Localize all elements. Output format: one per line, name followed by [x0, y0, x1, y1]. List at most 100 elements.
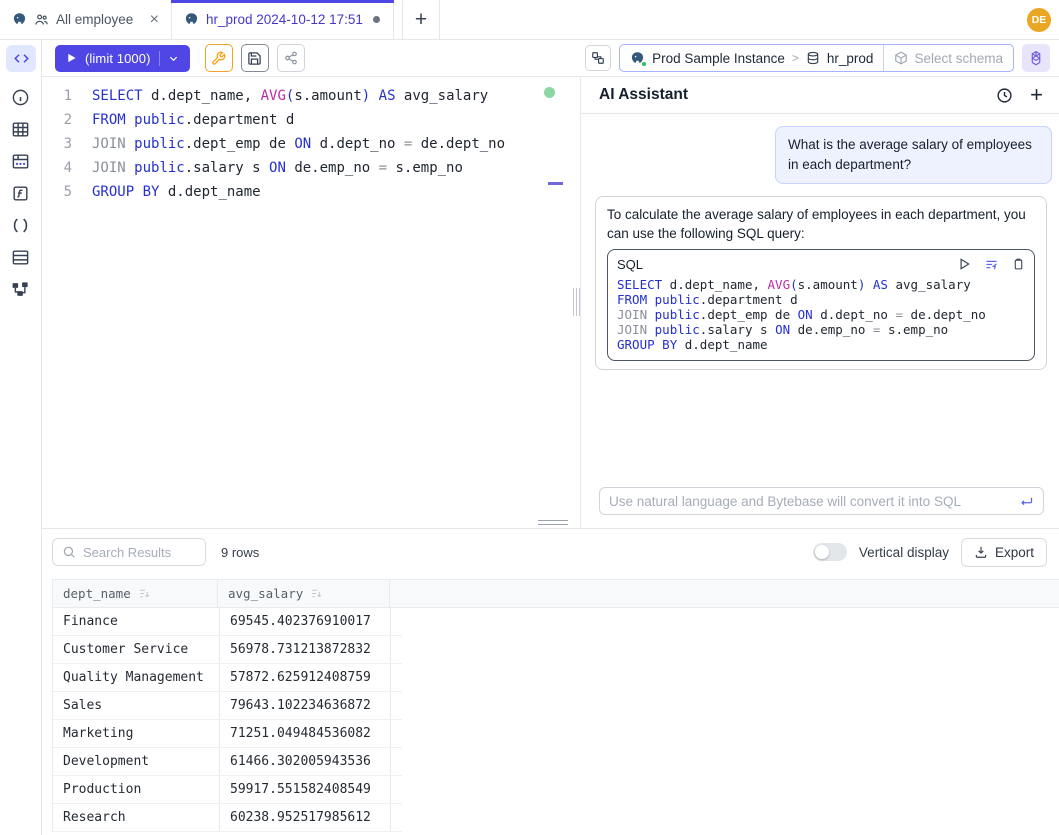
- run-code-icon[interactable]: [957, 257, 971, 271]
- sync-schema-button[interactable]: [585, 45, 611, 71]
- code-line: GROUP BY d.dept_name: [92, 180, 505, 204]
- vertical-display-toggle[interactable]: [813, 543, 847, 561]
- new-tab-button[interactable]: +: [402, 0, 440, 39]
- share-icon: [284, 51, 298, 65]
- table-cell[interactable]: Research: [53, 804, 219, 831]
- table-body: Finance69545.402376910017Customer Servic…: [52, 608, 402, 832]
- sort-icon[interactable]: [310, 587, 323, 600]
- table-cell[interactable]: Development: [53, 748, 219, 775]
- code-line: JOIN public.dept_emp de ON d.dept_no = d…: [617, 307, 1025, 322]
- external-tables-icon[interactable]: [11, 152, 30, 171]
- horizontal-resize-handle[interactable]: [538, 520, 568, 525]
- close-tab-icon[interactable]: ×: [150, 12, 159, 28]
- breadcrumb-separator: >: [792, 51, 799, 65]
- schema-selector[interactable]: Select schema: [883, 45, 1013, 71]
- info-icon[interactable]: [11, 88, 30, 107]
- table-row[interactable]: Finance69545.402376910017: [53, 608, 402, 636]
- overview-ruler-mark: [548, 182, 563, 185]
- tab-bar: All employee × hr_prod 2024-10-12 17:51 …: [0, 0, 1059, 40]
- format-sql-button[interactable]: [205, 44, 233, 72]
- line-number: 1: [42, 84, 72, 108]
- postgres-icon: [12, 12, 27, 27]
- tab-all-employee[interactable]: All employee ×: [0, 0, 172, 39]
- sql-editor-app: All employee × hr_prod 2024-10-12 17:51 …: [0, 0, 1059, 835]
- tab-label: hr_prod 2024-10-12 17:51: [206, 12, 363, 27]
- table-row[interactable]: Production59917.551582408549: [53, 776, 402, 804]
- enter-return-icon[interactable]: [1019, 494, 1034, 509]
- sort-icon[interactable]: [138, 587, 151, 600]
- history-clock-icon[interactable]: [996, 87, 1013, 104]
- run-button-label: (limit 1000): [85, 51, 151, 66]
- search-results-box: [52, 538, 206, 566]
- table-cell[interactable]: 57872.625912408759: [219, 664, 391, 691]
- table-cell[interactable]: 69545.402376910017: [219, 608, 391, 635]
- export-button-label: Export: [995, 545, 1034, 560]
- code-line: JOIN public.dept_emp de ON d.dept_no = d…: [92, 132, 505, 156]
- search-icon: [62, 545, 76, 559]
- line-number-gutter: 12345: [42, 84, 72, 204]
- results-toolbar: 9 rows Vertical display Export: [42, 537, 1059, 567]
- table-cell[interactable]: 59917.551582408549: [219, 776, 391, 803]
- row-count-label: 9 rows: [221, 545, 259, 560]
- save-sheet-button[interactable]: [241, 44, 269, 72]
- table-row[interactable]: Development61466.302005943536: [53, 748, 402, 776]
- postgres-icon: [630, 51, 645, 66]
- table-cell[interactable]: Quality Management: [53, 664, 219, 691]
- column-header-avg-salary[interactable]: avg_salary: [218, 580, 390, 607]
- table-row[interactable]: Marketing71251.049484536082: [53, 720, 402, 748]
- table-cell[interactable]: Sales: [53, 692, 219, 719]
- column-header-label: avg_salary: [228, 586, 303, 601]
- code-line: JOIN public.salary s ON de.emp_no = s.em…: [617, 322, 1025, 337]
- database-icon: [806, 51, 820, 65]
- views-icon[interactable]: [11, 248, 30, 267]
- sidebar-item-editor[interactable]: [6, 45, 36, 72]
- chevron-down-icon[interactable]: [168, 53, 179, 64]
- insert-sql-icon[interactable]: [984, 257, 999, 272]
- table-row[interactable]: Customer Service56978.731213872832: [53, 636, 402, 664]
- column-header-empty: [390, 580, 1059, 607]
- table-cell[interactable]: 79643.102234636872: [219, 692, 391, 719]
- ai-assistant-toggle-button[interactable]: [1022, 44, 1050, 72]
- table-cell[interactable]: 56978.731213872832: [219, 636, 391, 663]
- sql-code-block: SQL SELECT d.dept_name, AVG(s.amount) AS…: [607, 249, 1035, 361]
- download-icon: [974, 545, 988, 559]
- table-cell[interactable]: 60238.952517985612: [219, 804, 391, 831]
- results-table: dept_name avg_salary Finance69545.402376…: [52, 579, 1059, 832]
- procedures-icon[interactable]: [11, 216, 30, 235]
- instance-name: Prod Sample Instance: [652, 51, 785, 66]
- tab-hr-prod[interactable]: hr_prod 2024-10-12 17:51: [172, 0, 394, 39]
- column-header-dept-name[interactable]: dept_name: [52, 580, 218, 607]
- table-cell[interactable]: 71251.049484536082: [219, 720, 391, 747]
- table-row[interactable]: Sales79643.102234636872: [53, 692, 402, 720]
- code-icon: [13, 51, 30, 66]
- share-sheet-button[interactable]: [277, 44, 305, 72]
- instance-database-selector[interactable]: Prod Sample Instance > hr_prod: [620, 45, 883, 71]
- ai-panel-title: AI Assistant: [599, 86, 688, 104]
- ai-assistant-panel: AI Assistant + What is the average salar…: [580, 77, 1059, 528]
- ai-prompt-input[interactable]: [609, 494, 1011, 509]
- table-cell[interactable]: Customer Service: [53, 636, 219, 663]
- play-icon: [66, 52, 77, 64]
- table-cell[interactable]: 61466.302005943536: [219, 748, 391, 775]
- export-button[interactable]: Export: [961, 538, 1047, 567]
- table-row[interactable]: Research60238.952517985612: [53, 804, 402, 832]
- column-header-label: dept_name: [63, 586, 131, 601]
- line-number: 3: [42, 132, 72, 156]
- avatar[interactable]: DE: [1027, 8, 1051, 32]
- search-results-input[interactable]: [83, 545, 196, 560]
- run-query-button[interactable]: (limit 1000): [55, 45, 190, 72]
- schema-diagram-icon[interactable]: [11, 280, 30, 299]
- run-button-divider: [159, 51, 160, 66]
- table-cell[interactable]: Marketing: [53, 720, 219, 747]
- copy-icon[interactable]: [1012, 257, 1025, 271]
- sql-editor[interactable]: SELECT d.dept_name, AVG(s.amount) AS avg…: [92, 84, 505, 204]
- code-block-language-label: SQL: [617, 257, 643, 272]
- vertical-resize-handle[interactable]: [573, 288, 580, 316]
- table-cell[interactable]: Production: [53, 776, 219, 803]
- table-row[interactable]: Quality Management57872.625912408759: [53, 664, 402, 692]
- new-chat-icon[interactable]: +: [1030, 84, 1043, 106]
- wrench-icon: [211, 51, 226, 66]
- tables-icon[interactable]: [11, 120, 30, 139]
- functions-icon[interactable]: [11, 184, 30, 203]
- table-cell[interactable]: Finance: [53, 608, 219, 635]
